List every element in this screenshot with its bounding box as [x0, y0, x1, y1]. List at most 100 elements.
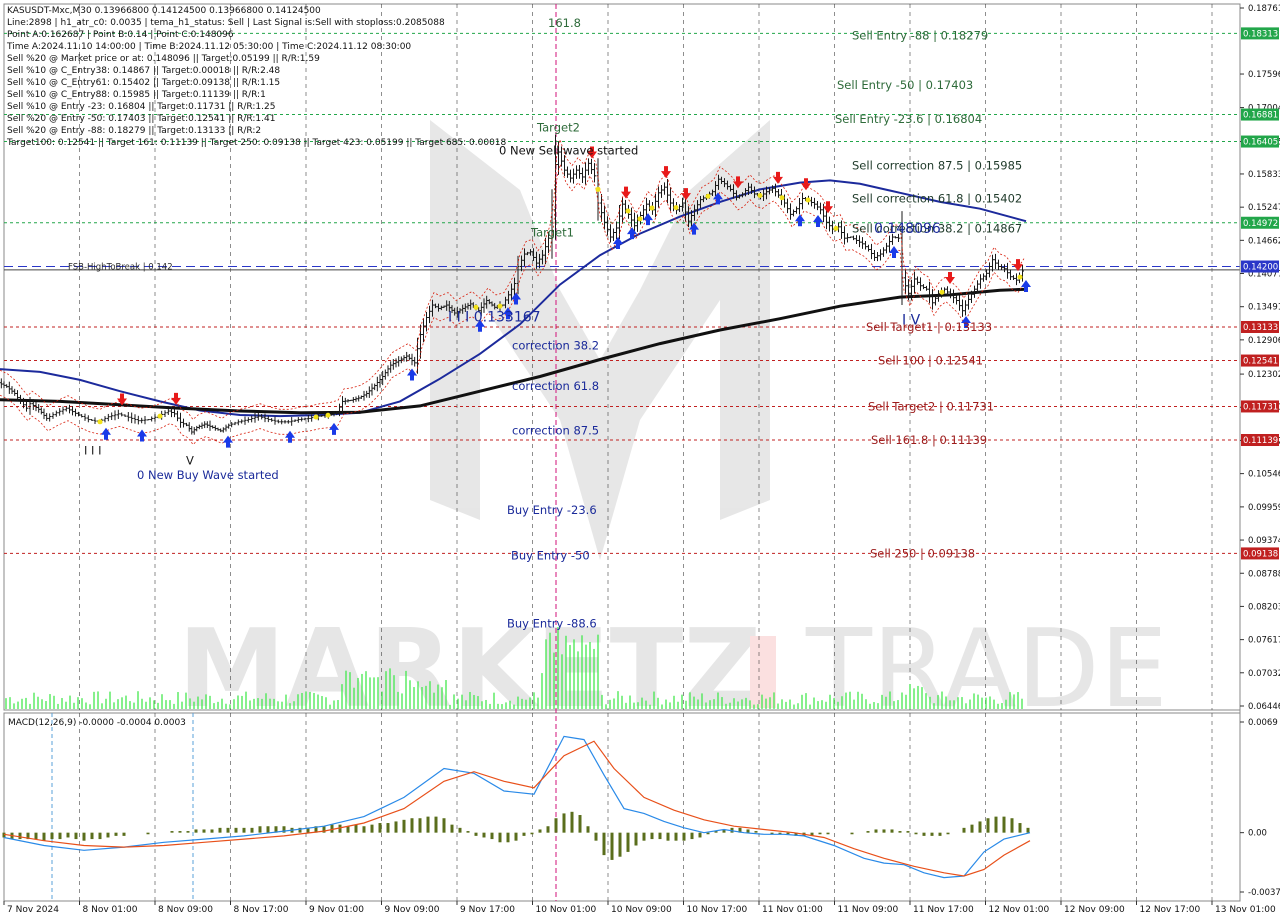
macd-panel[interactable] — [3, 712, 1241, 902]
annotation-label: Sell Target1 | 0.13133 — [866, 320, 992, 334]
pivot-dot — [673, 205, 679, 211]
annotation-label: Sell correction 61.8 | 0.15402 — [852, 191, 1022, 205]
header-line-11: Sell %20 @ Entry -88: 0.18279 || Target:… — [7, 126, 261, 136]
pivot-dot — [649, 205, 655, 211]
annotation-label: Sell Entry -50 | 0.17403 — [837, 78, 973, 92]
price-tick-label: 0.10546 — [1248, 470, 1280, 480]
level-price-label: 0.09138 — [1243, 549, 1278, 559]
pivot-dot — [805, 197, 811, 203]
level-price-label: 0.14972 — [1243, 219, 1278, 229]
header-line-8: Sell %10 @ C_Entry88: 0.15985 || Target:… — [7, 90, 266, 100]
annotation-label: Buy Entry -23.6 — [507, 503, 597, 517]
time-label: 10 Nov 09:00 — [611, 905, 672, 915]
price-tick-label: 0.09374 — [1248, 536, 1280, 546]
annotation-label: correction 87.5 — [512, 423, 599, 437]
header-line-3: Point A:0.162687 | Point B:0.14 | Point … — [7, 30, 234, 40]
time-label: 12 Nov 01:00 — [989, 905, 1050, 915]
pivot-dot — [779, 195, 785, 201]
annotation-label: correction 38.2 — [512, 338, 599, 352]
time-label: 11 Nov 01:00 — [762, 905, 823, 915]
pivot-dot — [705, 193, 711, 199]
annotation-label: Sell Entry -88 | 0.18279 — [852, 28, 988, 42]
annotation-label: I I I — [84, 444, 102, 458]
pivot-dot — [1017, 274, 1023, 280]
macd-tick-label: -0.0037 — [1248, 888, 1280, 898]
header-line-7: Sell %10 @ C_Entry61: 0.15402 || Target:… — [7, 78, 280, 88]
annotation-label: Sell Target2 | 0.11731 — [868, 399, 994, 413]
time-label: 12 Nov 09:00 — [1064, 905, 1125, 915]
annotation-label: 0.148096 — [874, 221, 941, 237]
price-tick-label: 0.07032 — [1248, 669, 1280, 679]
price-tick-label: 0.12906 — [1248, 336, 1280, 346]
pivot-dot — [157, 413, 163, 419]
chart-svg[interactable]: MARKETZ TRADE Sell Entry -88 | 0.18279 Se… — [0, 0, 1280, 920]
price-tick-label: 0.15833 — [1248, 170, 1280, 180]
annotation-label: Target2 — [536, 121, 580, 135]
header-line-9: Sell %10 @ Entry -23: 0.16804 || Target:… — [7, 102, 275, 112]
price-tick-label: 0.17596 — [1248, 70, 1280, 80]
pivot-dot — [757, 192, 763, 198]
pivot-dot — [625, 208, 631, 214]
pivot-dot — [939, 289, 945, 295]
level-price-label: 0.18313 — [1243, 29, 1278, 39]
price-tick-label: 0.06446 — [1248, 702, 1280, 712]
time-label: 9 Nov 17:00 — [460, 905, 515, 915]
price-tick-label: 0.08203 — [1248, 602, 1280, 612]
header-line-6: Sell %10 @ C_Entry38: 0.14867 || Target:… — [7, 66, 280, 76]
annotation-label: Target1 — [530, 226, 574, 240]
annotation-label: Sell 250 | 0.09138 — [870, 546, 975, 560]
price-tick-label: 0.13491 — [1248, 303, 1280, 313]
time-label: 12 Nov 17:00 — [1140, 905, 1201, 915]
macd-tick-label: 0.0069 — [1248, 718, 1278, 728]
header-line-12: Target100: 0.12541 || Target 161: 0.1113… — [6, 138, 507, 148]
time-label: 9 Nov 09:00 — [385, 905, 440, 915]
macd-tick-label: 0.00 — [1248, 829, 1267, 839]
annotation-label: 0 New Buy Wave started — [137, 468, 279, 482]
annotation-label: Buy Entry -50 — [511, 549, 590, 563]
level-price-label: 0.16405 — [1243, 138, 1278, 148]
time-label: 8 Nov 01:00 — [83, 905, 138, 915]
pivot-dot — [497, 303, 503, 309]
annotation-label: 0 New Sell wave started — [499, 143, 638, 157]
level-price-label: 0.14200 — [1243, 263, 1278, 273]
price-tick-label: 0.14662 — [1248, 236, 1280, 246]
level-price-label: 0.16881 — [1243, 111, 1278, 121]
price-tick-label: 0.15247 — [1248, 203, 1280, 213]
pivot-dot — [833, 225, 839, 231]
annotation-label: FSB-HighToBreak | 0.142 — [68, 262, 173, 272]
time-label: 11 Nov 09:00 — [838, 905, 899, 915]
price-tick-label: 0.07617 — [1248, 636, 1280, 646]
time-label: 13 Nov 01:00 — [1215, 905, 1276, 915]
time-label: 9 Nov 01:00 — [309, 905, 364, 915]
annotation-label: Sell correction 87.5 | 0.15985 — [852, 158, 1022, 172]
annotation-label: 161.8 — [548, 16, 581, 30]
annotation-label: Sell 100 | 0.12541 — [878, 354, 983, 368]
level-price-label: 0.11139 — [1243, 436, 1278, 446]
chart-window[interactable]: MARKETZ TRADE Sell Entry -88 | 0.18279 Se… — [0, 0, 1280, 920]
level-price-label: 0.12541 — [1243, 357, 1278, 367]
time-label: 10 Nov 17:00 — [687, 905, 748, 915]
pivot-dot — [637, 216, 643, 222]
pivot-dot — [313, 414, 319, 420]
time-label: 11 Nov 17:00 — [913, 905, 974, 915]
annotation-label: I V — [902, 312, 921, 328]
header-line-1: KASUSDT-Mxc,M30 0.13966800 0.14124500 0.… — [7, 6, 321, 16]
macd-title: MACD(12,26,9) -0.0000 -0.0004 0.0003 — [8, 718, 186, 728]
annotation-label: Sell Entry -23.6 | 0.16804 — [835, 112, 982, 126]
pivot-dot — [97, 419, 103, 425]
price-tick-label: 0.12302 — [1248, 370, 1280, 380]
watermark-bar — [750, 636, 776, 708]
annotation-label: Sell 161.8 | 0.11139 — [871, 433, 987, 447]
annotation-label: I I I 0.133167 — [448, 310, 541, 326]
price-tick-label: 0.08788 — [1248, 569, 1280, 579]
header-line-2: Line:2898 | h1_atr_c0: 0.0035 | tema_h1_… — [7, 18, 445, 28]
header-line-10: Sell %20 @ Entry -50: 0.17403 || Target:… — [7, 114, 275, 124]
annotation-label: correction 61.8 — [512, 379, 599, 393]
level-price-label: 0.11731 — [1243, 402, 1278, 412]
price-tick-label: 0.18761 — [1248, 4, 1280, 14]
pivot-dot — [325, 412, 331, 418]
level-price-label: 0.13133 — [1243, 323, 1278, 333]
annotation-label: Buy Entry -88.6 — [507, 617, 597, 631]
header-line-5: Sell %20 @ Market price or at: 0.148096 … — [7, 54, 320, 64]
watermark-word-2: TRADE — [805, 607, 1168, 732]
